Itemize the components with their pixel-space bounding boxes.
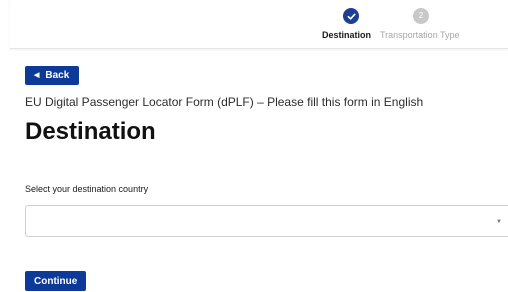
back-button[interactable]: ◀ Back <box>25 66 80 85</box>
step-label-destination[interactable]: Destination <box>322 30 371 40</box>
dropdown-arrow-icon[interactable]: ▼ <box>496 219 502 225</box>
destination-country-label: Select your destination country <box>25 184 149 194</box>
step-number-icon: 2 <box>413 8 429 24</box>
destination-country-select[interactable]: ▼ <box>25 205 508 237</box>
page-title: Destination <box>25 118 156 145</box>
chevron-left-icon: ◀ <box>34 72 40 79</box>
step-label-transportation-type: Transportation Type <box>380 30 460 40</box>
form-subtitle: EU Digital Passenger Locator Form (dPLF)… <box>25 95 424 109</box>
back-button-label: Back <box>45 70 70 81</box>
progress-stepper: 2 Destination Transportation Type <box>10 0 508 49</box>
check-icon <box>347 13 356 20</box>
page: 2 Destination Transportation Type ◀ Back… <box>0 0 508 292</box>
continue-button[interactable]: Continue <box>25 271 87 291</box>
step-completed-check-icon <box>343 8 359 24</box>
